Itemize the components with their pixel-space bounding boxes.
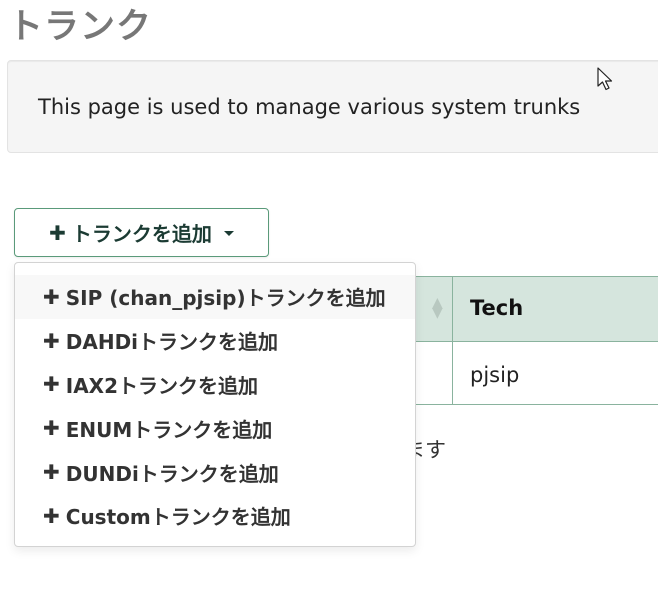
plus-icon: ✚ <box>49 220 66 245</box>
info-panel: This page is used to manage various syst… <box>7 60 658 153</box>
add-trunk-dropdown-menu: ✚ SIP (chan_pjsip)トランクを追加 ✚ DAHDiトランクを追加… <box>14 262 416 547</box>
plus-icon: ✚ <box>43 416 60 441</box>
table-column-divider <box>452 276 453 405</box>
menu-item-add-dundi-trunk[interactable]: ✚ DUNDiトランクを追加 <box>15 450 415 494</box>
column-header-tech[interactable]: Tech <box>470 296 523 320</box>
menu-item-label: DUNDiトランクを追加 <box>65 461 279 486</box>
sort-icon[interactable]: ▲ ▼ <box>432 296 443 320</box>
menu-item-label: SIP (chan_pjsip)トランクを追加 <box>65 286 386 311</box>
plus-icon: ✚ <box>43 328 60 353</box>
plus-icon: ✚ <box>43 503 60 528</box>
cell-tech: pjsip <box>470 363 520 387</box>
menu-item-label: IAX2トランクを追加 <box>65 373 259 398</box>
add-trunk-label: トランクを追加 <box>71 222 212 246</box>
menu-item-add-sip-trunk[interactable]: ✚ SIP (chan_pjsip)トランクを追加 <box>15 275 415 319</box>
menu-item-label: ENUMトランクを追加 <box>65 417 273 442</box>
plus-icon: ✚ <box>43 284 60 309</box>
add-trunk-button[interactable]: ✚ トランクを追加 <box>14 208 269 257</box>
menu-item-add-custom-trunk[interactable]: ✚ Customトランクを追加 <box>15 494 415 538</box>
plus-icon: ✚ <box>43 372 60 397</box>
menu-item-add-iax2-trunk[interactable]: ✚ IAX2トランクを追加 <box>15 363 415 407</box>
menu-item-label: DAHDiトランクを追加 <box>65 330 279 355</box>
caret-down-icon <box>223 231 234 236</box>
mouse-cursor-icon <box>597 67 613 91</box>
plus-icon: ✚ <box>43 460 60 485</box>
menu-item-add-dahdi-trunk[interactable]: ✚ DAHDiトランクを追加 <box>15 319 415 363</box>
menu-item-add-enum-trunk[interactable]: ✚ ENUMトランクを追加 <box>15 406 415 450</box>
page-title: トランク <box>8 7 153 47</box>
menu-item-label: Customトランクを追加 <box>65 505 291 530</box>
info-text: This page is used to manage various syst… <box>38 95 581 119</box>
